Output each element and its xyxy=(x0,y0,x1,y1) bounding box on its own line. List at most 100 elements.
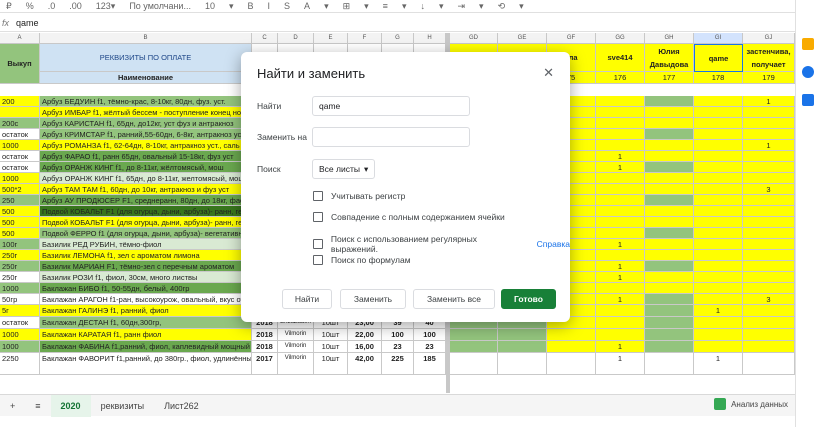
row-quantity[interactable]: остаток xyxy=(0,317,40,329)
row-value[interactable] xyxy=(743,195,795,206)
regex-option[interactable]: Поиск с использованием регулярных выраже… xyxy=(313,234,570,254)
row-value[interactable] xyxy=(596,184,645,195)
number-gj[interactable]: 179 xyxy=(743,72,795,84)
row-value[interactable] xyxy=(743,272,795,283)
column-header[interactable]: GI xyxy=(694,33,743,44)
add-sheet-button[interactable]: + xyxy=(0,395,25,417)
row-value[interactable] xyxy=(694,151,743,162)
row-value[interactable] xyxy=(645,272,694,283)
row-quantity[interactable]: 500 xyxy=(0,228,40,239)
row-quantity[interactable]: 100г xyxy=(0,239,40,250)
number-gg[interactable]: 176 xyxy=(596,72,645,84)
row-quantity[interactable]: 1000 xyxy=(0,140,40,151)
header-rekvizity[interactable]: РЕКВИЗИТЫ ПО ОПЛАТЕ xyxy=(40,44,252,72)
row-value[interactable] xyxy=(596,283,645,294)
toolbar-item[interactable]: ▾ xyxy=(439,1,444,12)
row-name[interactable]: Арбуз ОРАНЖ КИНГ f1, до 8-11кг, жёлтомяс… xyxy=(40,162,252,173)
row-quantity[interactable]: 500 xyxy=(0,206,40,217)
row-stock[interactable]: 225 xyxy=(382,353,414,375)
row-value[interactable] xyxy=(694,184,743,195)
row-value[interactable] xyxy=(645,206,694,217)
row-value[interactable] xyxy=(645,107,694,118)
row-quantity[interactable]: 200 xyxy=(0,96,40,107)
row-value[interactable] xyxy=(694,341,743,353)
toolbar-item[interactable]: ⊞ xyxy=(343,1,351,12)
toolbar-item[interactable]: .00 xyxy=(69,1,82,11)
row-value[interactable] xyxy=(498,353,547,375)
row-value[interactable] xyxy=(596,107,645,118)
regex-checkbox[interactable] xyxy=(313,239,323,249)
row-quantity[interactable]: 2250 xyxy=(0,353,40,375)
row-name[interactable]: Арбуз БЕДУИН f1, тёмно-крас, 8-10кг, 80д… xyxy=(40,96,252,107)
replace-input[interactable] xyxy=(312,127,470,147)
row-price[interactable]: 16,00 xyxy=(348,341,382,353)
row-producer[interactable]: Vilmorin xyxy=(278,341,314,353)
row-name[interactable]: Баклажан АРАГОН f1-ран, высокоурож, овал… xyxy=(40,294,252,305)
column-header[interactable]: GG xyxy=(596,33,645,44)
row-value[interactable] xyxy=(596,217,645,228)
row-value[interactable] xyxy=(694,96,743,107)
row-value[interactable] xyxy=(694,129,743,140)
row-value[interactable] xyxy=(694,261,743,272)
row-quantity[interactable]: 1000 xyxy=(0,173,40,184)
row-value[interactable] xyxy=(645,151,694,162)
match-entire-checkbox[interactable] xyxy=(313,212,323,222)
row-value[interactable] xyxy=(694,107,743,118)
number-gi[interactable]: 178 xyxy=(694,72,743,84)
row-value[interactable] xyxy=(743,317,795,329)
row-value[interactable] xyxy=(547,329,596,341)
row-value[interactable] xyxy=(596,96,645,107)
row-value[interactable]: 1 xyxy=(596,294,645,305)
row-value[interactable] xyxy=(596,250,645,261)
row-value[interactable]: 1 xyxy=(596,162,645,173)
search-scope-select[interactable]: Все листы ▾ xyxy=(312,159,376,179)
tab-list262[interactable]: Лист262 xyxy=(154,395,209,417)
row-value[interactable] xyxy=(645,353,694,375)
column-header[interactable]: C xyxy=(252,33,278,44)
toolbar-item[interactable]: ↓ xyxy=(420,1,425,11)
column-header[interactable]: GE xyxy=(498,33,547,44)
row-value[interactable] xyxy=(450,329,498,341)
row-year[interactable]: 2017 xyxy=(252,353,278,375)
formulas-checkbox[interactable] xyxy=(313,255,323,265)
row-producer[interactable]: Vilmorin xyxy=(278,353,314,375)
row-stock[interactable]: 23 xyxy=(382,341,414,353)
column-header[interactable]: GD xyxy=(450,33,498,44)
row-value[interactable] xyxy=(694,162,743,173)
done-button[interactable]: Готово xyxy=(501,289,556,309)
row-year[interactable]: 2018 xyxy=(252,341,278,353)
row-value[interactable] xyxy=(694,329,743,341)
row-name[interactable]: Базилик МАРИАН F1, тёмно-зел с перечным … xyxy=(40,261,252,272)
row-name[interactable]: Базилик РЕД РУБИН, тёмно-фиол xyxy=(40,239,252,250)
row-value[interactable] xyxy=(743,151,795,162)
row-quantity[interactable]: остаток xyxy=(0,162,40,173)
row-name[interactable]: Баклажан ГАЛИНЭ f1, ранний, фиол xyxy=(40,305,252,317)
row-value[interactable] xyxy=(694,294,743,305)
row-name[interactable]: Арбуз АУ ПРОДЮСЕР F1, среднеранн, 80дн, … xyxy=(40,195,252,206)
row-value[interactable]: 1 xyxy=(694,353,743,375)
formulas-option[interactable]: Поиск по формулам xyxy=(313,255,411,265)
row-price[interactable]: 22,00 xyxy=(348,329,382,341)
match-case-checkbox[interactable] xyxy=(313,191,323,201)
column-header[interactable]: G xyxy=(382,33,414,44)
row-value[interactable] xyxy=(694,206,743,217)
row-stock[interactable]: 100 xyxy=(382,329,414,341)
replace-button[interactable]: Заменить xyxy=(340,289,406,309)
row-value[interactable] xyxy=(547,341,596,353)
header-vykup[interactable]: Выкуп xyxy=(0,44,40,84)
match-entire-option[interactable]: Совпадение с полным содержанием ячейки xyxy=(313,212,505,222)
toolbar-item[interactable]: ▾ xyxy=(229,1,234,12)
toolbar-item[interactable]: ▾ xyxy=(519,1,524,12)
row-value[interactable]: 1 xyxy=(743,96,795,107)
row-pack[interactable]: 10шт xyxy=(314,329,348,341)
toolbar-item[interactable]: .0 xyxy=(48,1,56,11)
column-header[interactable]: F xyxy=(348,33,382,44)
toolbar-item[interactable]: S xyxy=(284,1,290,11)
row-quantity[interactable]: остаток xyxy=(0,129,40,140)
row-value[interactable] xyxy=(596,140,645,151)
row-value[interactable] xyxy=(743,283,795,294)
row-name[interactable]: Арбуз ОРАНЖ КИНГ f1, 65дн, до 8-11кг, же… xyxy=(40,173,252,184)
row-value[interactable] xyxy=(645,341,694,353)
row-value[interactable] xyxy=(645,250,694,261)
row-remaining[interactable]: 100 xyxy=(414,329,446,341)
